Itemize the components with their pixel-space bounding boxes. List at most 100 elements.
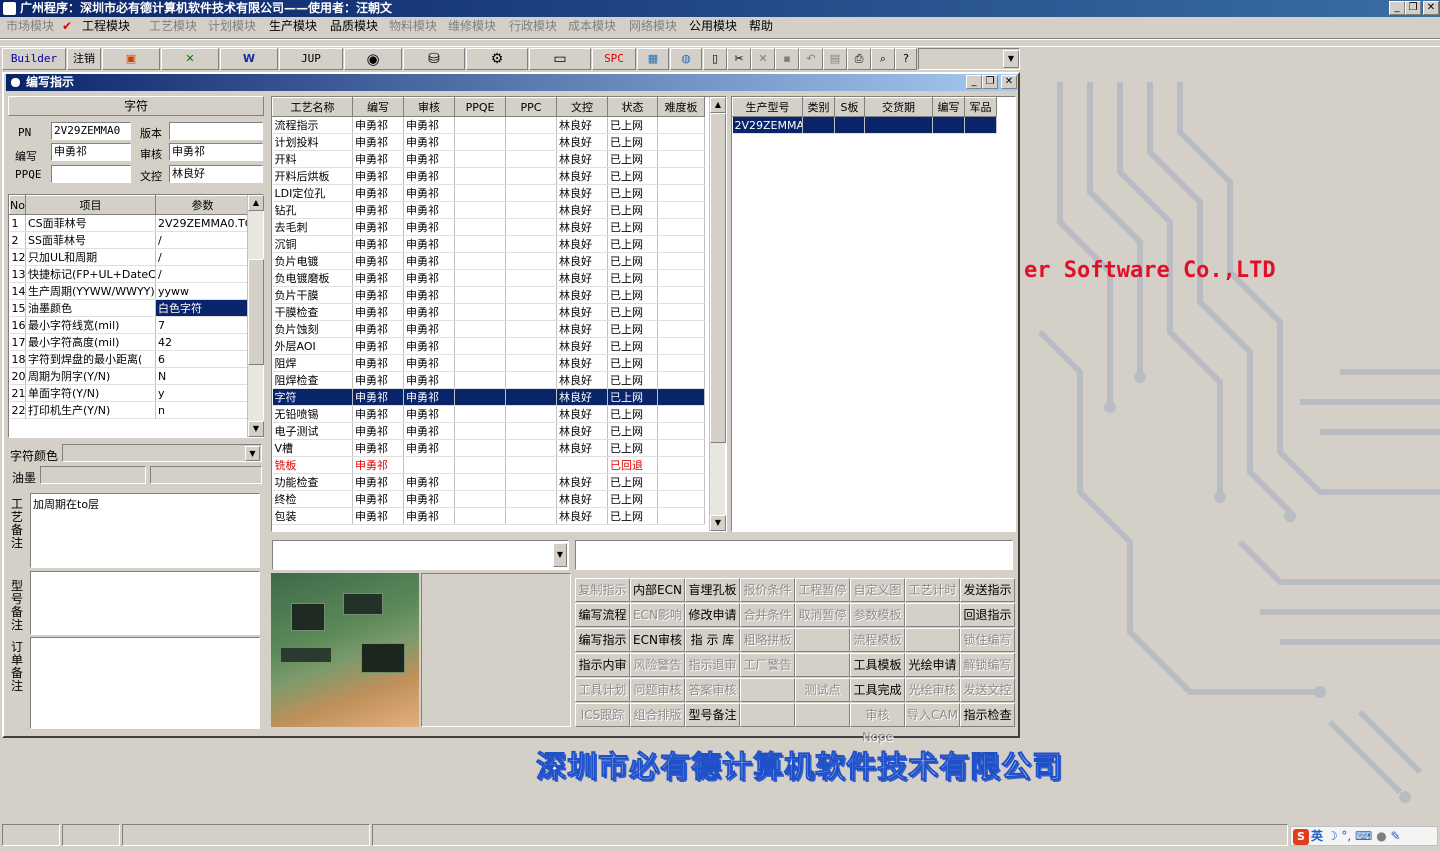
table-cell[interactable]: 申勇祁 <box>352 422 404 440</box>
menu-item[interactable]: 市场模块 <box>6 17 54 36</box>
table-cell[interactable]: 15 <box>9 299 26 317</box>
table-cell[interactable]: 外层AOI <box>272 337 353 355</box>
help-icon[interactable]: ? <box>895 48 917 70</box>
table-row[interactable]: 负电镀磨板 申勇祁 申勇祁 林良好 已上网 <box>272 269 705 287</box>
table-cell[interactable] <box>505 371 557 389</box>
table-cell[interactable]: / <box>155 248 250 266</box>
column-header[interactable]: 编写 <box>932 97 965 117</box>
internet-icon[interactable]: ◍ <box>670 48 702 70</box>
table-cell[interactable]: 14 <box>9 282 26 300</box>
child-restore-icon[interactable]: ❐ <box>982 75 998 89</box>
table-cell[interactable] <box>505 116 557 134</box>
table-row[interactable]: 21 单面字符(Y/N) y <box>9 384 250 402</box>
table-cell[interactable]: 油墨颜色 <box>25 299 156 317</box>
print-icon[interactable]: ⎙ <box>847 48 871 70</box>
table-cell[interactable]: 申勇祁 <box>352 507 404 525</box>
table-cell[interactable]: y <box>155 384 250 402</box>
table-cell[interactable]: 只加UL和周期 <box>25 248 156 266</box>
menu-item[interactable]: 品质模块 <box>330 17 378 36</box>
scroll-down-icon[interactable]: ▼ <box>710 515 726 531</box>
table-row[interactable]: 干膜检查 申勇祁 申勇祁 林良好 已上网 <box>272 303 705 321</box>
cut-icon[interactable]: ✂ <box>727 48 751 70</box>
menu-item[interactable]: 计划模块 <box>208 17 256 36</box>
table-cell[interactable] <box>505 133 557 151</box>
table-row[interactable]: 12 只加UL和周期 / <box>9 248 250 266</box>
table-cell[interactable] <box>454 286 506 304</box>
table-cell[interactable]: V槽 <box>272 439 353 457</box>
table-cell[interactable]: 包装 <box>272 507 353 525</box>
table-cell[interactable] <box>657 320 705 338</box>
table-cell[interactable]: 6 <box>155 350 250 368</box>
table-cell[interactable]: 铣板 <box>272 456 353 474</box>
table-cell[interactable]: 干膜检查 <box>272 303 353 321</box>
table-cell[interactable] <box>505 337 557 355</box>
action-button[interactable]: 报价条件 <box>740 578 795 602</box>
table-cell[interactable] <box>802 116 835 134</box>
column-header[interactable]: 项目 <box>25 195 156 215</box>
table-cell[interactable] <box>454 252 506 270</box>
table-cell[interactable]: 已上网 <box>607 405 658 423</box>
table-cell[interactable]: 申勇祁 <box>403 405 455 423</box>
table-row[interactable]: 电子测试 申勇祁 申勇祁 林良好 已上网 <box>272 422 705 440</box>
table-cell[interactable] <box>657 201 705 219</box>
table-cell[interactable] <box>657 473 705 491</box>
table-cell[interactable] <box>454 456 506 474</box>
table-row[interactable]: 无铅喷锡 申勇祁 申勇祁 林良好 已上网 <box>272 405 705 423</box>
network-icon[interactable]: ⚙ <box>466 48 528 70</box>
table-cell[interactable]: 林良好 <box>556 201 608 219</box>
table-cell[interactable]: 林良好 <box>556 218 608 236</box>
table-cell[interactable] <box>454 439 506 457</box>
column-header[interactable]: 文控 <box>556 97 608 117</box>
table-cell[interactable] <box>657 303 705 321</box>
table-cell[interactable] <box>454 133 506 151</box>
column-header[interactable]: 工艺名称 <box>272 97 353 117</box>
table-cell[interactable]: 申勇祁 <box>352 167 404 185</box>
table-row[interactable]: 计划投料 申勇祁 申勇祁 林良好 已上网 <box>272 133 705 151</box>
action-button[interactable] <box>795 703 850 727</box>
table-cell[interactable]: 申勇祁 <box>403 184 455 202</box>
table-cell[interactable]: 林良好 <box>556 473 608 491</box>
action-button[interactable]: 光绘申请 <box>905 653 960 677</box>
table-cell[interactable]: 2 <box>9 231 26 249</box>
action-button[interactable]: 编写指示 <box>575 628 630 652</box>
table-cell[interactable]: 申勇祁 <box>403 388 455 406</box>
table-cell[interactable] <box>403 456 455 474</box>
column-header[interactable]: PPQE <box>454 97 506 117</box>
column-header[interactable]: 生产型号 <box>732 97 803 117</box>
column-header[interactable]: PPC <box>505 97 557 117</box>
table-cell[interactable]: 21 <box>9 384 26 402</box>
chevron-down-icon[interactable]: ▼ <box>553 543 567 567</box>
action-button[interactable]: ECN影响 <box>630 603 685 627</box>
table-cell[interactable] <box>454 303 506 321</box>
table-row[interactable]: 包装 申勇祁 申勇祁 林良好 已上网 <box>272 507 705 525</box>
action-button[interactable]: 组合排版 <box>630 703 685 727</box>
table-cell[interactable]: 林良好 <box>556 371 608 389</box>
table-row[interactable]: 16 最小字符线宽(mil) 7 <box>9 316 250 334</box>
table-cell[interactable] <box>505 303 557 321</box>
table-row[interactable]: 17 最小字符高度(mil) 42 <box>9 333 250 351</box>
chevron-down-icon[interactable]: ▼ <box>1003 50 1019 68</box>
powerpoint-icon[interactable]: ▣ <box>102 48 160 70</box>
table-cell[interactable] <box>657 133 705 151</box>
table-cell[interactable]: n <box>155 401 250 419</box>
action-button[interactable]: 测试点 <box>795 678 850 702</box>
table-cell[interactable] <box>454 507 506 525</box>
table-cell[interactable] <box>657 405 705 423</box>
action-button[interactable]: 取消暂停 <box>795 603 850 627</box>
table-cell[interactable]: 负片蚀刻 <box>272 320 353 338</box>
scroll-thumb[interactable] <box>248 259 264 365</box>
table-cell[interactable]: 申勇祁 <box>403 116 455 134</box>
keyboard-icon[interactable]: ⌨ <box>1355 829 1376 843</box>
action-button[interactable]: 工程暂停 <box>795 578 850 602</box>
table-cell[interactable] <box>657 388 705 406</box>
table-row[interactable]: 阻焊 申勇祁 申勇祁 林良好 已上网 <box>272 354 705 372</box>
action-button[interactable]: 锁住编写 <box>960 628 1015 652</box>
table-cell[interactable]: 2V29ZEMMA0 <box>732 116 803 134</box>
table-cell[interactable]: 开料后烘板 <box>272 167 353 185</box>
action-button[interactable]: 工具模板 <box>850 653 905 677</box>
table-cell[interactable]: 最小字符线宽(mil) <box>25 316 156 334</box>
table-cell[interactable] <box>505 456 557 474</box>
table-cell[interactable]: 计划投料 <box>272 133 353 151</box>
table-cell[interactable] <box>657 167 705 185</box>
table-cell[interactable]: 13 <box>9 265 26 283</box>
